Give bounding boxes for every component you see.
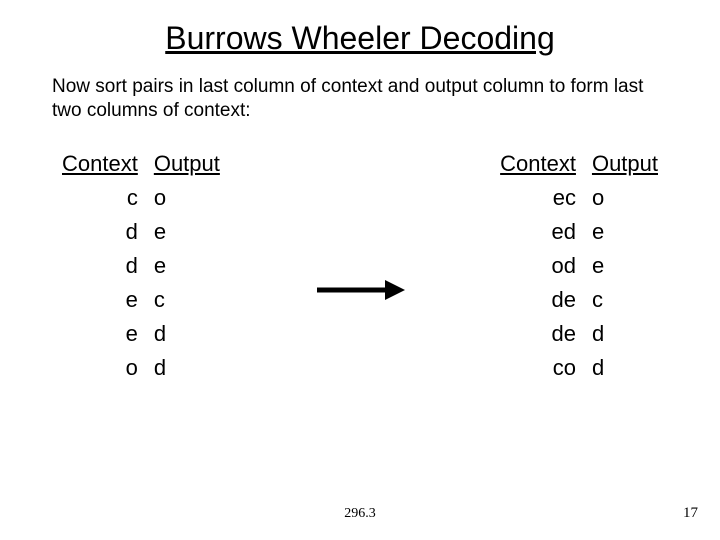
right-header-output: Output [584,147,668,181]
cell-context: o [52,351,146,385]
cell-output: c [146,283,230,317]
left-header-context: Context [52,147,146,181]
table-row: od e [490,249,668,283]
table-row: co d [490,351,668,385]
table-row: d e [52,249,230,283]
cell-output: d [146,317,230,351]
right-table: Context Output ec o ed e od e de c de d … [490,147,668,385]
cell-output: e [584,249,668,283]
cell-context: co [490,351,584,385]
cell-context: e [52,317,146,351]
cell-output: o [146,181,230,215]
cell-output: o [584,181,668,215]
cell-output: e [146,215,230,249]
left-table: Context Output c o d e d e e c e d o d [52,147,230,385]
cell-output: d [584,317,668,351]
table-row: e c [52,283,230,317]
arrow-gap [230,147,490,303]
cell-output: e [584,215,668,249]
cell-context: c [52,181,146,215]
table-row: d e [52,215,230,249]
cell-output: d [584,351,668,385]
table-row: ec o [490,181,668,215]
cell-context: e [52,283,146,317]
table-row: ed e [490,215,668,249]
arrow-right-icon [315,277,405,303]
right-header-context: Context [490,147,584,181]
cell-output: d [146,351,230,385]
cell-context: d [52,215,146,249]
cell-output: c [584,283,668,317]
slide-title: Burrows Wheeler Decoding [0,0,720,75]
table-row: o d [52,351,230,385]
cell-context: d [52,249,146,283]
cell-context: de [490,283,584,317]
cell-context: ec [490,181,584,215]
left-header-output: Output [146,147,230,181]
slide-body-text: Now sort pairs in last column of context… [0,75,720,123]
cell-context: ed [490,215,584,249]
cell-context: de [490,317,584,351]
cell-output: e [146,249,230,283]
tables-row: Context Output c o d e d e e c e d o d [0,123,720,385]
table-row: e d [52,317,230,351]
table-row: c o [52,181,230,215]
footer-center: 296.3 [0,506,720,522]
footer-page-number: 17 [683,505,698,522]
cell-context: od [490,249,584,283]
table-row: de c [490,283,668,317]
table-row: de d [490,317,668,351]
